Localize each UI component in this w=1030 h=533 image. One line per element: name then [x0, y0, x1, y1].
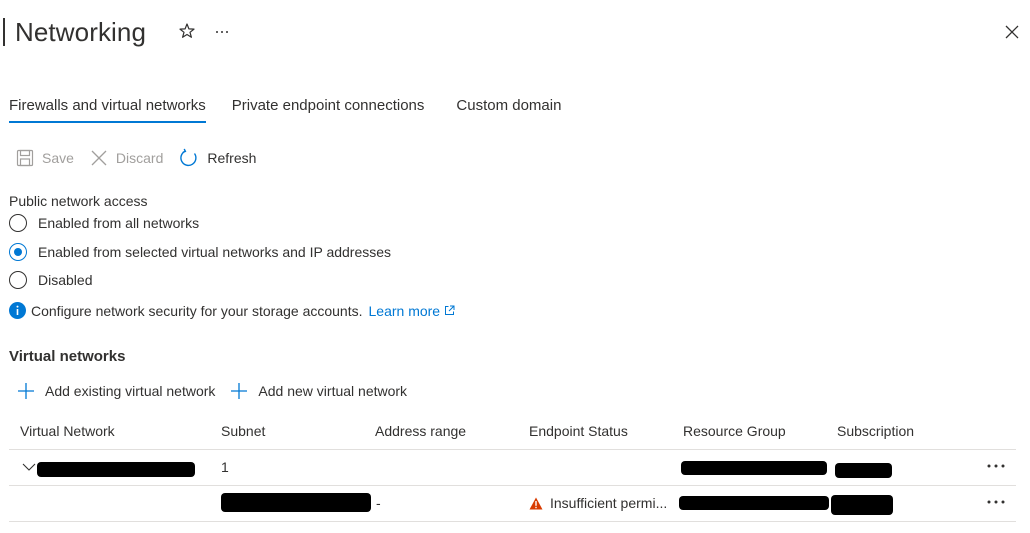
blade-header: Networking	[0, 12, 146, 52]
info-message: Configure network security for your stor…	[9, 302, 455, 319]
endpoint-status-text: Insufficient permi...	[550, 495, 668, 511]
table-row[interactable]: 1	[9, 450, 1016, 486]
networking-blade: Networking Firewalls and virtual network…	[0, 0, 1030, 533]
radio-disabled[interactable]: Disabled	[9, 271, 92, 289]
virtual-networks-actions: Add existing virtual network Add new vir…	[17, 382, 422, 400]
save-label: Save	[42, 150, 74, 166]
address-range-value: -	[376, 495, 381, 511]
close-icon[interactable]	[1004, 24, 1020, 40]
add-new-label: Add new virtual network	[258, 383, 408, 399]
redacted-subscription	[831, 495, 893, 515]
virtual-networks-table: Virtual Network Subnet Address range End…	[9, 415, 1016, 522]
redacted-subscription	[835, 463, 892, 478]
radio-label: Enabled from all networks	[38, 215, 200, 231]
redacted-resource-group	[681, 461, 827, 475]
refresh-label: Refresh	[207, 150, 257, 166]
info-text: Configure network security for your stor…	[31, 302, 363, 319]
redacted-virtual-network-name	[37, 462, 195, 477]
learn-more-link[interactable]: Learn more	[369, 303, 441, 319]
column-header-subnet[interactable]: Subnet	[221, 423, 265, 439]
save-icon	[16, 149, 34, 167]
public-network-access-label: Public network access	[9, 193, 148, 209]
add-new-virtual-network-button[interactable]: Add new virtual network	[230, 382, 407, 400]
discard-label: Discard	[115, 150, 164, 166]
add-existing-virtual-network-button[interactable]: Add existing virtual network	[17, 382, 215, 400]
column-header-address-range[interactable]: Address range	[375, 423, 466, 439]
plus-icon	[18, 383, 34, 399]
refresh-button[interactable]: Refresh	[179, 148, 256, 168]
table-header: Virtual Network Subnet Address range End…	[9, 415, 1016, 450]
row-more-icon[interactable]	[986, 495, 1006, 509]
virtual-networks-heading: Virtual networks	[9, 348, 126, 365]
radio-circle[interactable]	[9, 271, 27, 289]
title-divider	[3, 18, 5, 46]
column-header-endpoint-status[interactable]: Endpoint Status	[529, 423, 628, 439]
warning-icon	[529, 497, 543, 509]
radio-enabled-selected-networks[interactable]: Enabled from selected virtual networks a…	[9, 243, 391, 261]
discard-button[interactable]: Discard	[90, 149, 163, 167]
redacted-resource-group	[679, 496, 829, 510]
tab-firewalls[interactable]: Firewalls and virtual networks	[9, 97, 206, 123]
save-button[interactable]: Save	[16, 149, 74, 167]
tab-private-endpoints[interactable]: Private endpoint connections	[232, 97, 425, 122]
external-link-icon[interactable]	[444, 305, 455, 316]
redacted-subnet-name	[221, 493, 371, 512]
column-header-virtual-network[interactable]: Virtual Network	[20, 423, 115, 439]
info-icon	[9, 302, 26, 319]
radio-circle[interactable]	[9, 214, 27, 232]
add-existing-label: Add existing virtual network	[45, 383, 216, 399]
column-header-subscription[interactable]: Subscription	[837, 423, 914, 439]
column-header-resource-group[interactable]: Resource Group	[683, 423, 786, 439]
radio-enabled-all-networks[interactable]: Enabled from all networks	[9, 214, 199, 232]
radio-label: Enabled from selected virtual networks a…	[38, 244, 392, 260]
row-more-icon[interactable]	[986, 459, 1006, 473]
plus-icon	[231, 383, 248, 399]
endpoint-status-cell: Insufficient permi...	[529, 495, 667, 511]
star-icon[interactable]	[178, 22, 196, 40]
tab-custom-domain[interactable]: Custom domain	[456, 97, 561, 122]
subnet-count: 1	[221, 459, 229, 475]
tab-list: Firewalls and virtual networks Private e…	[9, 97, 561, 123]
command-bar: Save Discard Refresh	[16, 148, 272, 168]
discard-icon	[91, 150, 107, 166]
radio-label: Disabled	[38, 272, 93, 288]
radio-circle[interactable]	[9, 243, 27, 261]
refresh-icon	[180, 148, 197, 167]
table-row[interactable]: - Insufficient permi...	[9, 486, 1016, 522]
page-title: Networking	[15, 16, 147, 47]
chevron-down-icon[interactable]	[22, 462, 36, 472]
more-icon[interactable]	[213, 22, 231, 40]
